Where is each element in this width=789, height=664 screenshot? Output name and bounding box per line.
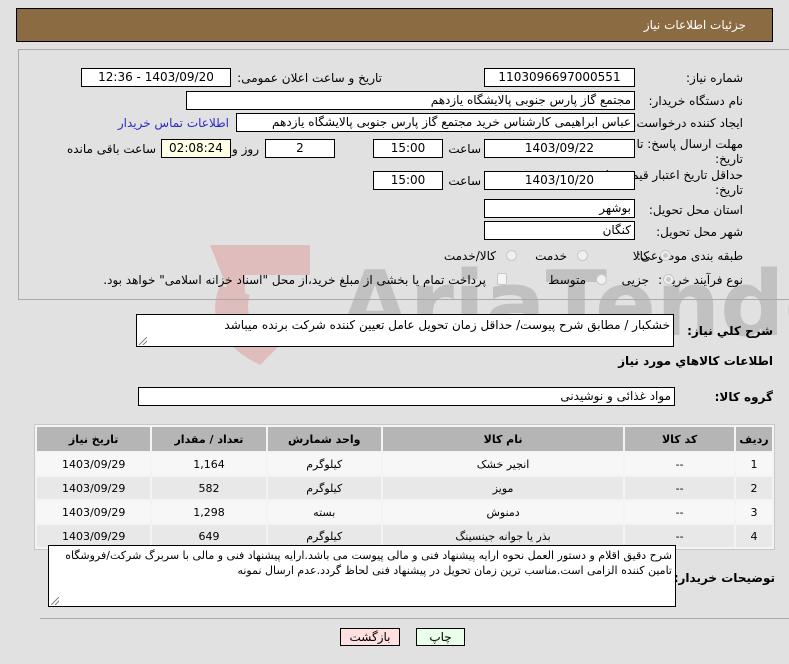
buyer-contact-link[interactable]: اطلاعات تماس خریدار — [118, 116, 229, 130]
price-validity-time-label: ساعت — [448, 174, 481, 188]
goods-group-field: مواد غذائی و نوشیدنی — [138, 387, 675, 406]
price-validity-date-field: 1403/10/20 — [484, 171, 635, 190]
reply-time-field: 15:00 — [373, 139, 443, 158]
buyer-notes-textarea[interactable]: شرح دقیق اقلام و دستور العمل نحوه ارایه … — [48, 545, 676, 607]
remaining-time-label: ساعت باقی مانده — [66, 142, 156, 156]
buyer-notes-label: توضیحات خریدار: — [673, 571, 775, 585]
description-textarea[interactable]: خشکبار / مطابق شرح پیوست/ حداقل زمان تحو… — [136, 314, 674, 347]
header-goods-name: نام کالا — [382, 427, 624, 451]
reply-deadline-label-1: مهلت ارسال پاسخ: تا — [636, 137, 743, 151]
goods-group-label: گروه کالا: — [714, 390, 773, 404]
category-radio-service[interactable] — [577, 250, 588, 261]
back-button[interactable]: بازگشت — [340, 628, 400, 646]
announce-datetime-field: 1403/09/20 - 12:36 — [81, 68, 231, 87]
cell-goods-code: -- — [625, 525, 734, 547]
page-header: جزئیات اطلاعات نیاز — [16, 8, 773, 42]
goods-table: ردیف کد کالا نام کالا واحد شمارش تعداد /… — [34, 424, 775, 550]
cell-row-number: 4 — [735, 525, 772, 547]
footer-divider — [40, 618, 789, 619]
resize-grip-icon[interactable] — [51, 597, 59, 605]
description-label: شرح کلي نیاز: — [687, 324, 773, 338]
table-row: 4 -- بذر یا جوانه جینسینگ کیلوگرم 649 14… — [37, 525, 772, 547]
cell-goods-code: -- — [625, 453, 734, 475]
category-radio-goods-service[interactable] — [506, 250, 517, 261]
need-number-field: 1103096697000551 — [484, 68, 635, 87]
category-label: طبقه بندی موضوعی: — [636, 249, 743, 263]
category-option-goods: کالا — [632, 249, 649, 263]
cell-goods-name: دمنوش — [382, 501, 624, 523]
cell-goods-code: -- — [625, 501, 734, 523]
buyer-org-label: نام دستگاه خریدار: — [648, 94, 744, 108]
price-validity-label-2: تاریخ: — [715, 183, 743, 197]
header-need-date: تاریخ نیاز — [37, 427, 151, 451]
table-row: 1 -- انجیر خشک کیلوگرم 1,164 1403/09/29 — [37, 453, 772, 475]
price-validity-time-field: 15:00 — [373, 171, 443, 190]
announce-datetime-label: تاریخ و ساعت اعلان عمومی: — [237, 71, 382, 85]
cell-goods-name: مویز — [382, 477, 624, 499]
city-label: شهر محل تحویل: — [656, 225, 743, 239]
category-option-service: خدمت — [535, 249, 567, 263]
days-label: روز و — [232, 142, 259, 156]
need-number-label: شماره نیاز: — [686, 71, 743, 85]
category-option-goods-service: کالا/خدمت — [443, 249, 496, 263]
print-button[interactable]: چاپ — [416, 628, 465, 646]
buyer-org-field: مجتمع گاز پارس جنوبی پالایشگاه یازدهم — [186, 91, 635, 110]
cell-unit: کیلوگرم — [267, 477, 381, 499]
cell-unit: بسته — [267, 501, 381, 523]
remaining-time-field: 02:08:24 — [161, 139, 231, 158]
cell-need-date: 1403/09/29 — [37, 501, 151, 523]
table-row: 2 -- مویز کیلوگرم 582 1403/09/29 — [37, 477, 772, 499]
purchase-radio-medium[interactable] — [596, 274, 607, 285]
treasury-checkbox-label: پرداخت تمام یا بخشی از مبلغ خرید،از محل … — [103, 273, 486, 287]
goods-section-title: اطلاعات کالاهاي مورد نیاز — [618, 354, 773, 368]
cell-quantity: 1,164 — [152, 453, 266, 475]
purchase-radio-minor[interactable] — [663, 274, 674, 285]
cell-need-date: 1403/09/29 — [37, 477, 151, 499]
header-row-number: ردیف — [735, 427, 772, 451]
header-unit: واحد شمارش — [267, 427, 381, 451]
reply-deadline-label-2: تاریخ: — [715, 152, 743, 166]
header-quantity: تعداد / مقدار — [152, 427, 266, 451]
cell-goods-code: -- — [625, 477, 734, 499]
province-field: بوشهر — [484, 199, 635, 218]
requester-field: عباس ابراهیمی کارشناس خرید مجتمع گاز پار… — [236, 113, 635, 132]
purchase-option-minor: جزیی — [621, 273, 649, 287]
purchase-option-medium: متوسط — [548, 273, 586, 287]
resize-grip-icon[interactable] — [139, 337, 147, 345]
requester-label: ایجاد کننده درخواست: — [632, 116, 743, 130]
table-row: 3 -- دمنوش بسته 1,298 1403/09/29 — [37, 501, 772, 523]
section-divider — [18, 299, 789, 300]
cell-row-number: 3 — [735, 501, 772, 523]
reply-deadline-date-field: 1403/09/22 — [484, 139, 635, 158]
buyer-notes-text: شرح دقیق اقلام و دستور العمل نحوه ارایه … — [65, 549, 672, 577]
header-goods-code: کد کالا — [625, 427, 734, 451]
cell-need-date: 1403/09/29 — [37, 453, 151, 475]
reply-time-label: ساعت — [448, 142, 481, 156]
page-title: جزئیات اطلاعات نیاز — [643, 18, 746, 32]
treasury-checkbox[interactable] — [497, 273, 507, 285]
city-field: کنگان — [484, 221, 635, 240]
cell-row-number: 1 — [735, 453, 772, 475]
cell-row-number: 2 — [735, 477, 772, 499]
cell-quantity: 582 — [152, 477, 266, 499]
cell-unit: کیلوگرم — [267, 453, 381, 475]
cell-need-date: 1403/09/29 — [37, 525, 151, 547]
cell-quantity: 649 — [152, 525, 266, 547]
cell-unit: کیلوگرم — [267, 525, 381, 547]
table-header-row: ردیف کد کالا نام کالا واحد شمارش تعداد /… — [37, 427, 772, 451]
description-text: خشکبار / مطابق شرح پیوست/ حداقل زمان تحو… — [224, 318, 670, 332]
remaining-days-field: 2 — [265, 139, 335, 158]
cell-goods-name: انجیر خشک — [382, 453, 624, 475]
cell-quantity: 1,298 — [152, 501, 266, 523]
category-radio-goods[interactable] — [660, 250, 671, 261]
cell-goods-name: بذر یا جوانه جینسینگ — [382, 525, 624, 547]
province-label: استان محل تحویل: — [648, 203, 743, 217]
